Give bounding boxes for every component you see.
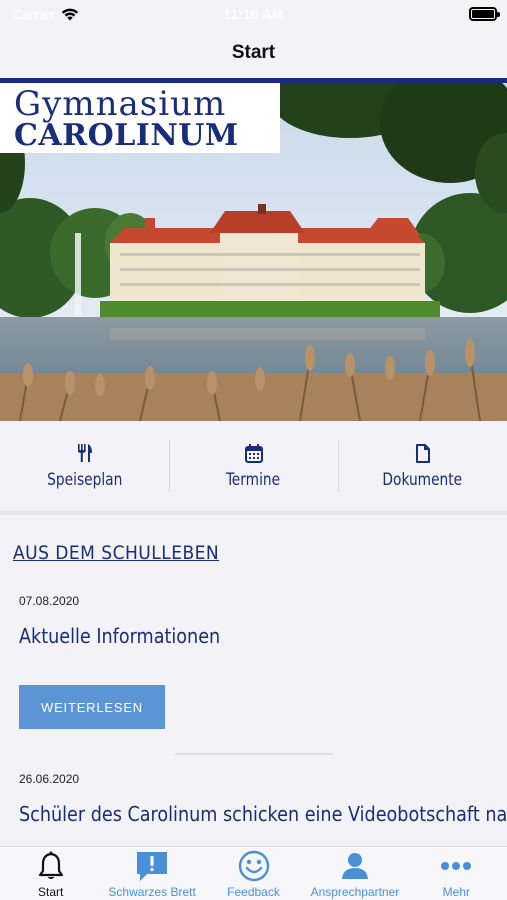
hero-image: Gymnasium CAROLINUM bbox=[0, 83, 507, 421]
news-divider bbox=[174, 753, 333, 755]
quick-link-label: Dokumente bbox=[382, 470, 463, 490]
news-title[interactable]: Schüler des Carolinum schicken eine Vide… bbox=[19, 802, 507, 826]
tab-label: Schwarzes Brett bbox=[108, 885, 196, 899]
quick-link-speiseplan[interactable]: Speiseplan bbox=[0, 436, 169, 496]
news-title[interactable]: Aktuelle Informationen bbox=[19, 624, 437, 648]
quick-links-bar: Speiseplan Termine Dokumente bbox=[0, 421, 507, 511]
logo-line-1: Gymnasium bbox=[14, 84, 227, 124]
battery-fill bbox=[472, 10, 494, 18]
tab-bar: Start Schwarzes Brett Feedback Ansprechp… bbox=[0, 846, 507, 900]
read-more-button[interactable]: WEITERLESEN bbox=[19, 685, 165, 729]
quick-link-label: Termine bbox=[226, 470, 281, 490]
section-title[interactable]: AUS DEM SCHULLEBEN bbox=[13, 542, 219, 564]
logo-line-2: CAROLINUM bbox=[14, 118, 239, 153]
app-screen: Carrier 11:16 AM Start Gymnasium CAROLIN… bbox=[0, 0, 507, 900]
quick-link-label: Speiseplan bbox=[46, 470, 123, 490]
bell-icon bbox=[37, 849, 65, 883]
status-time: 11:16 AM bbox=[223, 6, 284, 22]
quick-link-dokumente[interactable]: Dokumente bbox=[338, 436, 507, 496]
status-carrier: Carrier bbox=[12, 6, 79, 22]
wifi-icon bbox=[61, 8, 78, 20]
tab-schwarzes-brett[interactable]: Schwarzes Brett bbox=[101, 847, 202, 900]
navigation-bar: Start bbox=[0, 28, 507, 78]
tab-start[interactable]: Start bbox=[0, 847, 101, 900]
status-bar: Carrier 11:16 AM bbox=[0, 0, 507, 28]
exclamation-bubble-icon bbox=[135, 849, 169, 883]
news-date: 07.08.2020 bbox=[19, 594, 80, 608]
battery-icon bbox=[469, 7, 500, 21]
more-dots-icon bbox=[440, 849, 472, 883]
tab-label: Start bbox=[38, 885, 64, 899]
tab-label: Feedback bbox=[227, 885, 280, 899]
news-section: AUS DEM SCHULLEBEN 07.08.2020 Aktuelle I… bbox=[0, 515, 507, 846]
cutlery-icon bbox=[77, 442, 93, 464]
smiley-icon bbox=[238, 849, 270, 883]
tab-label: Mehr bbox=[442, 885, 470, 899]
quick-link-termine[interactable]: Termine bbox=[169, 436, 338, 496]
tab-mehr[interactable]: Mehr bbox=[406, 847, 507, 900]
carrier-label: Carrier bbox=[12, 6, 55, 22]
document-icon bbox=[415, 442, 430, 464]
tab-feedback[interactable]: Feedback bbox=[203, 847, 304, 900]
school-logo: Gymnasium CAROLINUM bbox=[0, 83, 280, 153]
tab-ansprechpartner[interactable]: Ansprechpartner bbox=[304, 847, 405, 900]
page-title: Start bbox=[231, 42, 276, 63]
calendar-icon bbox=[244, 442, 263, 464]
person-icon bbox=[340, 849, 370, 883]
tab-label: Ansprechpartner bbox=[310, 885, 400, 899]
news-date: 26.06.2020 bbox=[19, 772, 80, 786]
